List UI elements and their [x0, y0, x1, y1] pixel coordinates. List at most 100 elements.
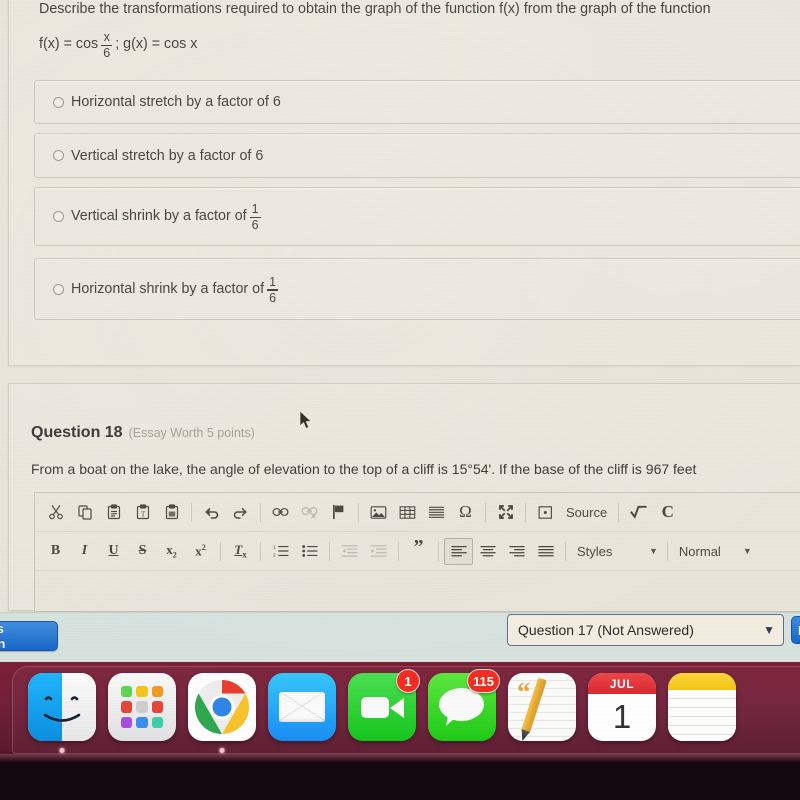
link-icon[interactable] [266, 499, 295, 526]
toolbar-separator [666, 541, 668, 561]
format-dropdown-label[interactable]: Normal [673, 544, 739, 559]
remove-format-icon[interactable]: Tx [226, 538, 255, 565]
dock-item-messages[interactable]: 115 [428, 669, 500, 741]
toolbar-separator [260, 502, 261, 522]
toolbar-separator [329, 541, 330, 561]
toolbar-separator [358, 502, 359, 522]
svg-text:2: 2 [273, 553, 276, 558]
fraction-numerator: 1 [251, 202, 259, 217]
fraction-numerator: x [103, 30, 110, 44]
previous-question-button[interactable]: Previous Question [0, 621, 58, 651]
launchpad-icon [108, 673, 176, 741]
paste-icon[interactable] [99, 499, 128, 526]
answer-option-3[interactable]: Horizontal shrink by a factor of 1 6 [34, 258, 800, 320]
radio-button-icon[interactable] [53, 283, 64, 295]
maximize-icon[interactable] [491, 499, 520, 526]
chemistry-icon[interactable]: C [653, 499, 682, 526]
source-button-label[interactable]: Source [560, 505, 613, 520]
fraction-denominator: 6 [251, 218, 259, 233]
styles-dropdown-label[interactable]: Styles [571, 544, 645, 559]
decrease-indent-icon[interactable] [335, 538, 364, 565]
radio-button-icon[interactable] [53, 211, 64, 222]
dock-item-notes[interactable] [668, 673, 736, 741]
editor-content-area[interactable] [35, 571, 800, 611]
copy-icon[interactable] [70, 499, 99, 526]
calendar-icon: JUL 1 [588, 673, 656, 741]
paste-as-plain-text-icon[interactable]: T [128, 499, 157, 526]
calendar-day: 1 [612, 697, 632, 735]
textedit-icon: “ [508, 673, 576, 741]
question-18-body: From a boat on the lake, the angle of el… [31, 461, 697, 477]
increase-indent-icon[interactable] [364, 538, 393, 565]
toolbar-separator [398, 541, 399, 561]
bold-icon[interactable]: B [41, 538, 70, 565]
running-indicator [59, 748, 65, 753]
align-center-icon[interactable] [473, 538, 502, 565]
math-equation-icon[interactable] [624, 499, 653, 526]
chevron-down-icon[interactable]: ▼ [645, 546, 662, 556]
option-label: Horizontal shrink by a factor of [71, 280, 265, 297]
messages-badge: 115 [467, 669, 500, 693]
special-character-icon[interactable]: Ω [451, 499, 480, 526]
align-right-icon[interactable] [502, 538, 531, 565]
dock-item-chrome[interactable] [188, 673, 256, 753]
dock-item-textedit[interactable]: “ [508, 673, 576, 741]
dock-item-finder[interactable] [28, 673, 96, 753]
svg-text:T: T [140, 509, 145, 518]
answer-option-2-text: Vertical shrink by a factor of 1 6 [71, 202, 264, 233]
option-label: Vertical stretch by a factor of 6 [71, 147, 264, 164]
question-select-dropdown[interactable]: Question 17 (Not Answered) ▼ [507, 614, 784, 646]
fraction-denominator: 6 [103, 45, 111, 60]
dock-item-facetime[interactable]: 1 [348, 669, 420, 741]
table-icon[interactable] [393, 499, 422, 526]
dock-item-mail[interactable] [268, 673, 336, 741]
align-left-icon[interactable] [444, 537, 473, 565]
next-question-button[interactable]: Next [791, 616, 800, 644]
question-17-card: (Multiple Choice Worth 5 points) Describ… [8, 0, 800, 366]
paste-from-word-icon[interactable] [157, 499, 186, 526]
unlink-icon[interactable] [295, 499, 324, 526]
formula-prefix: f(x) = cos [39, 36, 99, 53]
italic-icon[interactable]: I [70, 538, 99, 565]
radio-button-icon[interactable] [53, 96, 64, 108]
chevron-down-icon[interactable]: ▼ [739, 546, 756, 556]
anchor-flag-icon[interactable] [324, 499, 353, 526]
toolbar-separator [565, 541, 566, 561]
bulleted-list-icon[interactable] [295, 538, 324, 565]
editor-toolbar-row-2: B I U S x2 x2 Tx 1 2 ” Styles ▼ Normal ▼ [35, 532, 800, 571]
redo-icon[interactable] [226, 499, 255, 526]
answer-option-1[interactable]: Vertical stretch by a factor of 6 [34, 133, 800, 178]
justify-icon[interactable] [531, 538, 560, 565]
cut-icon[interactable] [41, 499, 70, 526]
source-icon[interactable] [531, 499, 560, 526]
question-18-worth: (Essay Worth 5 points) [128, 426, 255, 440]
formula-fraction: x 6 [101, 30, 113, 60]
undo-icon[interactable] [197, 499, 226, 526]
chevron-down-icon: ▼ [763, 623, 775, 637]
formula-suffix: ; g(x) = cos x [115, 36, 198, 53]
strikethrough-icon[interactable]: S [128, 538, 157, 565]
rich-text-editor: T Ω Source C B I U S x2 x2 Tx 1 2 ” Styl… [34, 492, 800, 612]
answer-option-2[interactable]: Vertical shrink by a factor of 1 6 [34, 187, 800, 246]
dock-item-launchpad[interactable] [108, 673, 176, 741]
underline-icon[interactable]: U [99, 538, 128, 565]
toolbar-separator [220, 541, 221, 561]
numbered-list-icon[interactable]: 1 2 [266, 538, 295, 565]
horizontal-rule-icon[interactable] [422, 499, 451, 526]
running-indicator [219, 748, 225, 753]
dock-item-calendar[interactable]: JUL 1 [588, 673, 656, 741]
answer-option-1-text: Vertical stretch by a factor of 6 [71, 148, 263, 164]
svg-text:1: 1 [273, 544, 276, 549]
quiz-page: (Multiple Choice Worth 5 points) Describ… [0, 0, 800, 612]
answer-option-0[interactable]: Horizontal stretch by a factor of 6 [34, 80, 800, 124]
superscript-icon[interactable]: x2 [186, 538, 215, 565]
subscript-icon[interactable]: x2 [157, 538, 186, 565]
macos-dock: 1 115 “ JUL 1 [0, 662, 800, 800]
question-17-formula: f(x) = cos x 6 ; g(x) = cos x [39, 30, 198, 60]
blockquote-icon[interactable]: ” [404, 537, 433, 565]
fraction-numerator: 1 [269, 274, 277, 289]
fraction-denominator: 6 [269, 290, 277, 305]
radio-button-icon[interactable] [53, 150, 64, 161]
photographed-screen: (Multiple Choice Worth 5 points) Describ… [0, 0, 800, 800]
image-icon[interactable] [364, 499, 393, 526]
